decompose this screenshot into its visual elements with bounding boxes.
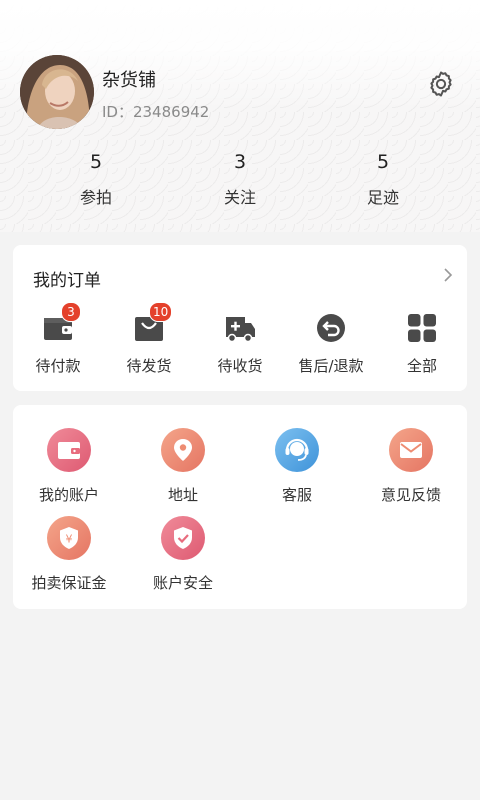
return-icon: [317, 314, 345, 342]
stat-history[interactable]: 5 足迹: [323, 148, 443, 208]
service-feedback[interactable]: 意见反馈: [355, 428, 467, 505]
services-card: 我的账户 地址 客服 意见反馈 ¥ 拍卖保证金 账户安全: [13, 405, 467, 609]
yen-shield-icon: ¥: [60, 527, 78, 549]
stat-value: 5: [376, 151, 390, 173]
order-label: 待收货: [217, 357, 263, 375]
service-label: 意见反馈: [380, 486, 441, 504]
avatar[interactable]: [20, 55, 94, 129]
chevron-right-icon: [444, 268, 453, 282]
order-label: 待付款: [35, 357, 81, 375]
service-address[interactable]: 地址: [127, 428, 239, 505]
wallet-icon: [58, 442, 80, 459]
badge-count: 10: [149, 302, 173, 322]
location-pin-icon: [174, 439, 192, 461]
username: 杂货铺: [102, 70, 156, 91]
settings-button[interactable]: [423, 66, 459, 102]
stats-row: 5 参拍 3 关注 5 足迹: [0, 148, 480, 218]
service-label: 地址: [167, 486, 198, 504]
truck-icon: [226, 317, 255, 343]
order-label: 全部: [406, 357, 437, 375]
order-label: 待发货: [126, 357, 172, 375]
stat-value: 3: [233, 151, 247, 173]
service-auction-deposit[interactable]: ¥ 拍卖保证金: [13, 516, 125, 593]
stat-following[interactable]: 3 关注: [180, 148, 300, 208]
order-after-sales[interactable]: 售后/退款: [286, 311, 376, 376]
svg-text:¥: ¥: [66, 533, 73, 546]
order-label: 售后/退款: [298, 357, 364, 375]
stat-bids[interactable]: 5 参拍: [36, 148, 156, 208]
mail-icon: [400, 442, 422, 458]
profile-header: 杂货铺 ID：23486942 5 参拍 3 关注 5 足迹: [0, 0, 480, 232]
user-id: ID：23486942: [102, 103, 210, 121]
gear-icon: [430, 71, 452, 97]
headset-icon: [285, 438, 309, 461]
service-label: 账户安全: [152, 574, 213, 592]
service-my-account[interactable]: 我的账户: [13, 428, 125, 505]
service-customer-service[interactable]: 客服: [241, 428, 353, 505]
order-all[interactable]: 全部: [377, 311, 467, 376]
service-label: 拍卖保证金: [31, 574, 107, 592]
stat-label: 关注: [223, 188, 256, 207]
service-account-security[interactable]: 账户安全: [127, 516, 239, 593]
order-pending-shipment[interactable]: 10 待发货: [104, 302, 194, 376]
order-pending-receipt[interactable]: 待收货: [195, 311, 285, 376]
service-label: 我的账户: [38, 486, 99, 504]
stat-label: 参拍: [79, 188, 112, 207]
order-pending-payment[interactable]: 3 待付款: [13, 302, 103, 376]
orders-view-all-button[interactable]: [439, 265, 457, 285]
shield-check-icon: [174, 527, 192, 549]
grid-icon: [408, 314, 436, 342]
badge-count: 3: [61, 302, 81, 322]
stat-value: 5: [89, 151, 103, 173]
stat-label: 足迹: [366, 188, 399, 207]
orders-title: 我的订单: [33, 271, 101, 291]
service-label: 客服: [281, 486, 312, 504]
my-orders-card: 我的订单 3 待付款 10 待发货 待收货 售后/退款 全部: [13, 245, 467, 391]
